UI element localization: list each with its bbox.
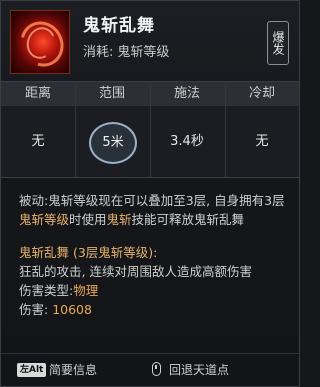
cost-value: 鬼斩等级 [117, 45, 170, 60]
effect-text: 狂乱的攻击, 连续对周围敌人造成高额伤害 [19, 264, 252, 279]
alt-key-badge: 左Alt [17, 363, 47, 377]
damage-value: 10608 [52, 302, 92, 317]
value-area-cell: 5米 [75, 106, 149, 177]
tooltip-header: 鬼斩乱舞 消耗: 鬼斩等级 爆发 [1, 1, 299, 81]
passive-text: 被动:鬼斩等级现在可以叠加至3层, 自身拥有3层鬼斩等级时使用鬼斩技能可释放鬼斩… [19, 193, 285, 227]
skill-name: 鬼斩乱舞 [83, 16, 155, 36]
damage: 伤害: 10608 [19, 300, 287, 319]
header-area: 范围 [98, 86, 125, 101]
brief-info-label: 简要信息 [49, 363, 98, 377]
mouse-icon [152, 362, 161, 376]
header-cooldown: 冷却 [248, 86, 275, 101]
passive-label: 被动: [19, 193, 49, 208]
value-range: 无 [31, 134, 45, 149]
damage-label: 伤害: [19, 302, 49, 317]
skill-description: 被动:鬼斩等级现在可以叠加至3层, 自身拥有3层鬼斩等级时使用鬼斩技能可释放鬼斩… [19, 191, 287, 319]
damage-type: 伤害类型:物理 [19, 281, 287, 300]
blade-swirl-icon [10, 10, 70, 74]
value-area: 5米 [89, 122, 137, 164]
burst-badge: 爆发 [267, 21, 289, 65]
damage-type-value: 物理 [73, 283, 99, 298]
cost-label: 消耗: [83, 45, 114, 60]
header-range: 距离 [24, 86, 51, 101]
column-divider [225, 81, 226, 177]
highlight-keyword: 鬼斩 [106, 212, 132, 227]
highlight-keyword: 鬼斩等级 [19, 212, 70, 227]
variant-title: 鬼斩乱舞 (3层鬼斩等级): [19, 245, 158, 260]
skill-stats-table: 距离 范围 施法 冷却 无 5米 3.4秒 无 [1, 81, 299, 178]
column-divider [75, 81, 76, 177]
header-cast: 施法 [173, 86, 200, 101]
column-divider [150, 81, 151, 177]
back-point-label: 回退天道点 [169, 363, 230, 377]
skill-cost: 消耗: 鬼斩等级 [83, 41, 169, 60]
value-cast: 3.4秒 [170, 134, 204, 149]
damage-type-label: 伤害类型: [19, 283, 74, 298]
value-cooldown: 无 [255, 134, 269, 149]
tooltip-footer: 左Alt 简要信息 回退天道点 [1, 353, 299, 386]
skill-tooltip: 鬼斩乱舞 消耗: 鬼斩等级 爆发 距离 范围 施法 冷却 无 5米 3.4秒 无 … [0, 0, 300, 387]
